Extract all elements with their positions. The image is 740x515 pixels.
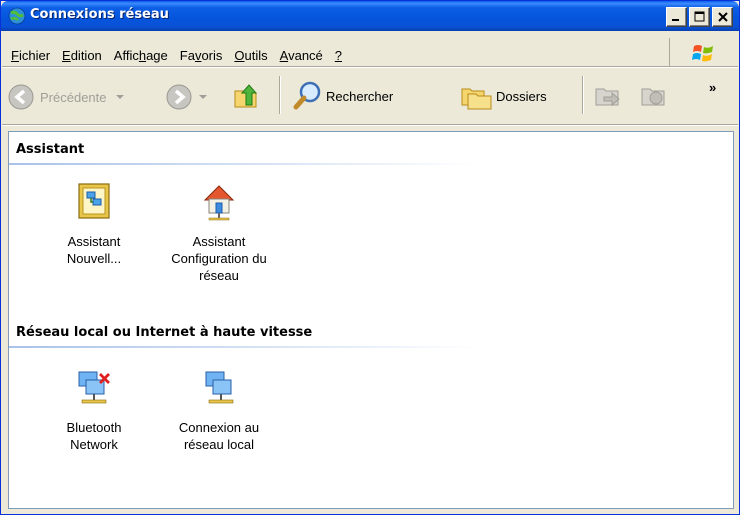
item-new-connection-wizard[interactable]: Assistant Nouvell... xyxy=(29,182,159,267)
menu-avance[interactable]: Avancé xyxy=(274,48,329,63)
home-network-wizard-icon xyxy=(203,185,235,221)
minimize-icon xyxy=(672,19,679,21)
bluetooth-network-disconnected-icon xyxy=(78,371,110,404)
content-pane: Assistant Assistant Nouvell... Assistant… xyxy=(8,131,734,509)
item-label-line: réseau local xyxy=(183,437,255,452)
item-label-line: Configuration du xyxy=(171,251,267,266)
title-bar[interactable]: Connexions réseau xyxy=(1,1,739,31)
folders-button[interactable]: Dossiers xyxy=(460,81,547,111)
local-area-connection-icon xyxy=(205,371,234,404)
move-to-button[interactable] xyxy=(594,83,622,109)
menu-bar: Fichier Edition Affichage Favoris Outils… xyxy=(5,45,348,65)
item-label-line: réseau xyxy=(199,268,239,283)
item-label-line: Nouvell... xyxy=(66,251,122,266)
up-folder-button[interactable] xyxy=(232,81,262,111)
maximize-button[interactable] xyxy=(689,7,710,27)
item-bluetooth-network[interactable]: Bluetooth Network xyxy=(29,368,159,453)
network-connections-icon xyxy=(8,7,26,25)
item-label-line: Bluetooth xyxy=(66,420,122,435)
chevron-down-icon[interactable] xyxy=(115,92,125,102)
window-title: Connexions réseau xyxy=(30,7,169,22)
group-header-lan: Réseau local ou Internet à haute vitesse xyxy=(16,325,313,340)
menu-fichier[interactable]: Fichier xyxy=(5,48,56,63)
folder-up-icon xyxy=(234,84,258,108)
folders-label: Dossiers xyxy=(496,88,547,104)
item-label-line: Network xyxy=(70,437,118,452)
back-button[interactable]: Précédente xyxy=(8,84,125,110)
item-label-line: Assistant xyxy=(67,234,121,249)
minimize-button[interactable] xyxy=(666,7,687,27)
copy-to-button[interactable] xyxy=(640,83,668,109)
windows-flag-icon xyxy=(692,45,713,62)
maximize-icon xyxy=(694,11,705,22)
menu-help[interactable]: ? xyxy=(329,48,348,63)
group-header-assistant: Assistant xyxy=(16,142,85,157)
item-label-line: Connexion au xyxy=(178,420,260,435)
search-icon xyxy=(293,81,321,110)
menu-outils[interactable]: Outils xyxy=(228,48,273,63)
menu-favoris[interactable]: Favoris xyxy=(174,48,229,63)
search-button[interactable]: Rechercher xyxy=(292,80,393,112)
copy-to-icon xyxy=(641,88,665,106)
menu-affichage[interactable]: Affichage xyxy=(108,48,174,63)
close-icon xyxy=(718,12,728,22)
chevron-down-icon[interactable] xyxy=(198,92,208,102)
toolbar: Précédente Rechercher Dossiers » xyxy=(2,68,738,124)
move-to-icon xyxy=(595,88,620,107)
windows-logo xyxy=(669,38,739,67)
back-label: Précédente xyxy=(40,89,107,105)
back-arrow-icon xyxy=(8,84,34,110)
forward-button[interactable] xyxy=(166,84,208,110)
search-label: Rechercher xyxy=(326,88,394,104)
item-home-network-wizard[interactable]: Assistant Configuration du réseau xyxy=(154,182,284,284)
item-local-area-connection[interactable]: Connexion au réseau local xyxy=(154,368,284,453)
close-button[interactable] xyxy=(712,7,733,27)
forward-arrow-icon xyxy=(166,84,192,110)
toolbar-overflow-button[interactable]: » xyxy=(709,80,716,95)
new-connection-wizard-icon xyxy=(78,183,110,219)
item-label-line: Assistant xyxy=(192,234,246,249)
folders-icon xyxy=(461,88,492,110)
window: Connexions réseau Fichier Edition Affich… xyxy=(0,0,740,515)
menu-edition[interactable]: Edition xyxy=(56,48,108,63)
